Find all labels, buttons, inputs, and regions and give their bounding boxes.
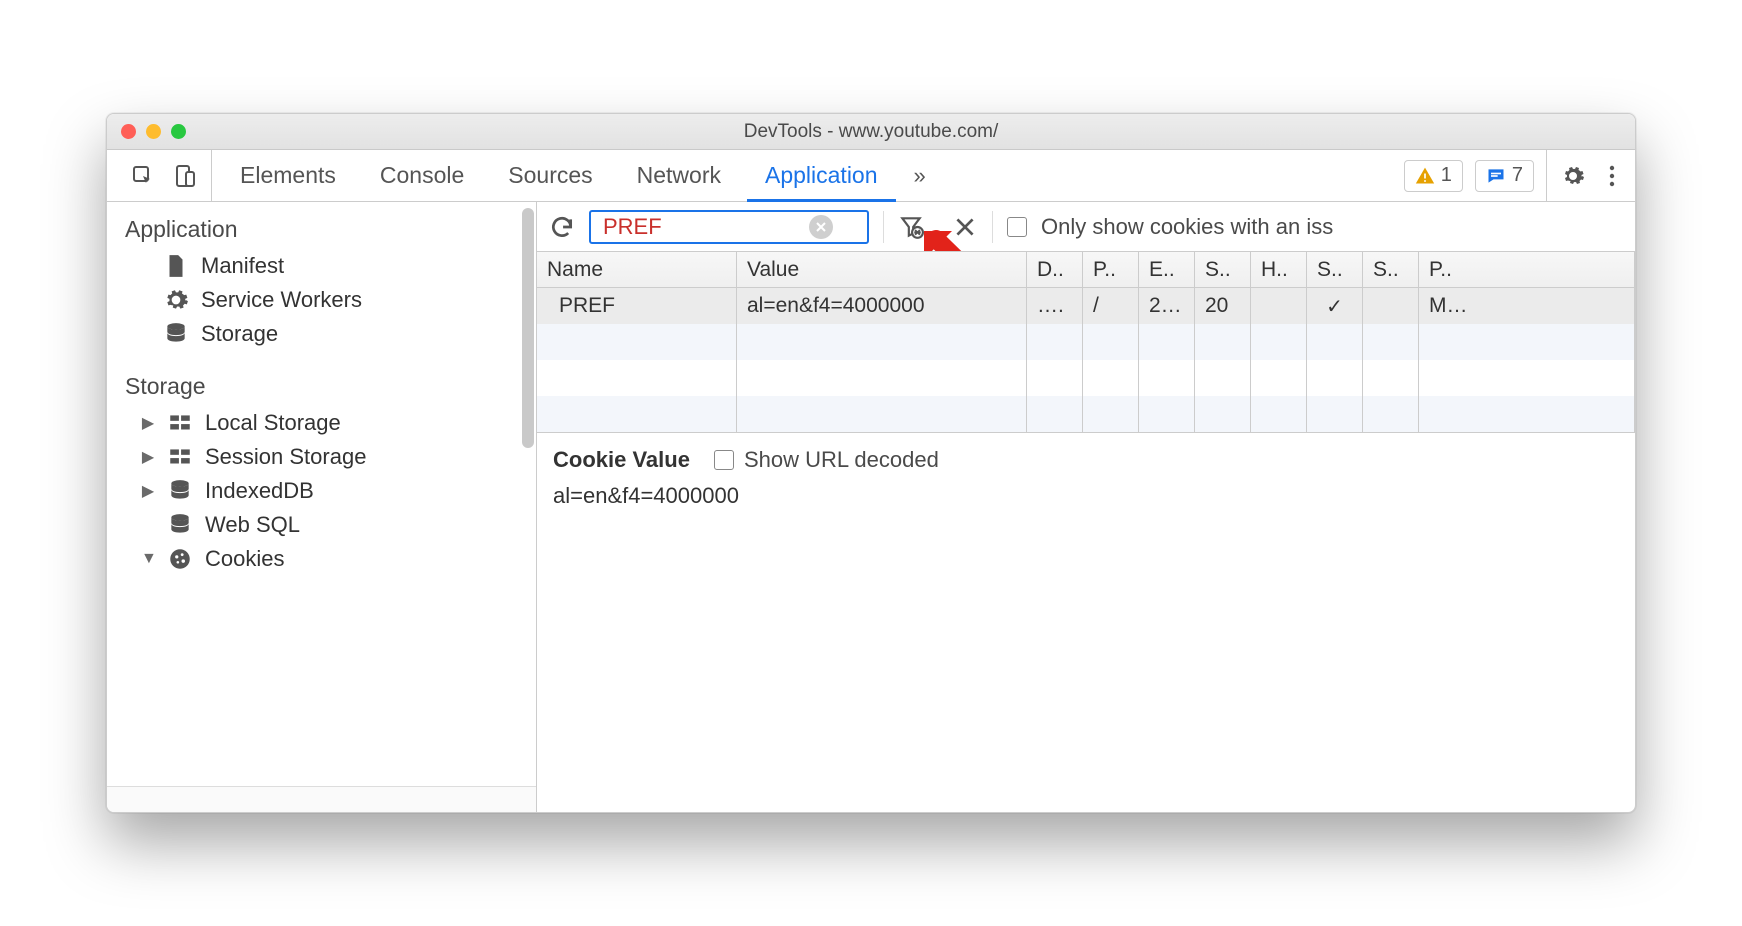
chevron-right-icon[interactable]: ▶ xyxy=(141,447,155,467)
col-path[interactable]: P.. xyxy=(1083,252,1139,287)
tab-console[interactable]: Console xyxy=(358,150,486,201)
show-url-decoded-checkbox[interactable] xyxy=(714,450,734,470)
col-expires[interactable]: E.. xyxy=(1139,252,1195,287)
clear-filter-button[interactable] xyxy=(809,215,833,239)
table-row-empty xyxy=(537,360,1635,396)
col-name[interactable]: Name xyxy=(537,252,737,287)
filter-input[interactable] xyxy=(601,213,801,241)
warning-icon xyxy=(1415,166,1435,186)
window-title: DevTools - www.youtube.com/ xyxy=(107,121,1635,143)
panel-tabs: Elements Console Sources Network Applica… xyxy=(218,150,900,201)
application-sidebar: Application Manifest Service Workers Sto… xyxy=(107,202,537,812)
cookies-toolbar: Only show cookies with an iss xyxy=(537,202,1635,252)
settings-gear-icon[interactable] xyxy=(1561,164,1585,188)
refresh-icon[interactable] xyxy=(549,214,575,240)
sidebar-item-session-storage[interactable]: ▶ Session Storage xyxy=(107,440,536,474)
only-issues-label: Only show cookies with an iss xyxy=(1041,214,1333,240)
cookie-icon xyxy=(167,546,193,572)
message-icon xyxy=(1486,166,1506,186)
grid-icon xyxy=(167,410,193,436)
close-window-button[interactable] xyxy=(121,124,136,139)
devtools-tabbar: Elements Console Sources Network Applica… xyxy=(107,150,1635,202)
sidebar-scrollbar[interactable] xyxy=(522,208,534,448)
sidebar-section-storage: Storage xyxy=(107,359,536,406)
window-controls xyxy=(107,124,186,139)
col-size[interactable]: S.. xyxy=(1195,252,1251,287)
warnings-badge[interactable]: 1 xyxy=(1404,160,1463,192)
table-header-row: Name Value D.. P.. E.. S.. H.. S.. S.. P… xyxy=(537,252,1635,288)
sidebar-section-application: Application xyxy=(107,202,536,249)
file-icon xyxy=(163,253,189,279)
inspect-element-icon[interactable] xyxy=(131,164,155,188)
table-row[interactable]: PREF al=en&f4=4000000 …. / 2… 20 ✓ M… xyxy=(537,288,1635,324)
sidebar-item-service-workers[interactable]: Service Workers xyxy=(107,283,536,317)
minimize-window-button[interactable] xyxy=(146,124,161,139)
more-options-button[interactable] xyxy=(1599,150,1625,201)
sidebar-bottom-bar xyxy=(107,786,536,812)
col-samesite[interactable]: S.. xyxy=(1363,252,1419,287)
chevron-down-icon[interactable]: ▼ xyxy=(141,550,155,568)
sidebar-item-websql[interactable]: ▶ Web SQL xyxy=(107,508,536,542)
chevron-right-icon[interactable]: ▶ xyxy=(141,481,155,501)
delete-icon[interactable] xyxy=(952,214,978,240)
col-httponly[interactable]: H.. xyxy=(1251,252,1307,287)
cookie-value-pane: Cookie Value Show URL decoded al=en&f4=4… xyxy=(537,433,1635,812)
check-icon: ✓ xyxy=(1326,294,1343,319)
show-url-decoded-label: Show URL decoded xyxy=(744,447,939,473)
messages-count: 7 xyxy=(1512,164,1523,187)
col-secure[interactable]: S.. xyxy=(1307,252,1363,287)
database-icon xyxy=(167,478,193,504)
cookie-value-text: al=en&f4=4000000 xyxy=(553,483,1619,509)
sidebar-item-manifest[interactable]: Manifest xyxy=(107,249,536,283)
clear-filtered-icon[interactable] xyxy=(898,214,924,240)
tab-elements[interactable]: Elements xyxy=(218,150,358,201)
zoom-window-button[interactable] xyxy=(171,124,186,139)
grid-icon xyxy=(167,444,193,470)
tab-network[interactable]: Network xyxy=(615,150,743,201)
close-icon xyxy=(815,221,827,233)
col-value[interactable]: Value xyxy=(737,252,1027,287)
col-domain[interactable]: D.. xyxy=(1027,252,1083,287)
gear-icon xyxy=(163,287,189,313)
more-tabs-button[interactable]: » xyxy=(900,150,940,201)
messages-badge[interactable]: 7 xyxy=(1475,160,1534,192)
sidebar-item-indexeddb[interactable]: ▶ IndexedDB xyxy=(107,474,536,508)
chevron-right-icon[interactable]: ▶ xyxy=(141,413,155,433)
table-row-empty xyxy=(537,324,1635,360)
cookie-value-heading: Cookie Value xyxy=(553,447,690,473)
database-icon xyxy=(167,512,193,538)
kebab-icon xyxy=(1609,164,1615,188)
titlebar: DevTools - www.youtube.com/ xyxy=(107,114,1635,150)
only-issues-checkbox[interactable] xyxy=(1007,217,1027,237)
cookies-table: Name Value D.. P.. E.. S.. H.. S.. S.. P… xyxy=(537,252,1635,433)
sidebar-item-local-storage[interactable]: ▶ Local Storage xyxy=(107,406,536,440)
sidebar-item-cookies[interactable]: ▼ Cookies xyxy=(107,542,536,576)
col-priority[interactable]: P.. xyxy=(1419,252,1635,287)
tab-sources[interactable]: Sources xyxy=(486,150,614,201)
devtools-window: DevTools - www.youtube.com/ Elements Con… xyxy=(106,113,1636,813)
database-icon xyxy=(163,321,189,347)
warnings-count: 1 xyxy=(1441,164,1452,187)
filter-input-wrapper[interactable] xyxy=(589,210,869,244)
device-toolbar-icon[interactable] xyxy=(173,164,197,188)
cookies-panel: Only show cookies with an iss Name Value… xyxy=(537,202,1635,812)
sidebar-item-storage-top[interactable]: Storage xyxy=(107,317,536,351)
table-row-empty xyxy=(537,396,1635,432)
tab-application[interactable]: Application xyxy=(743,150,900,201)
